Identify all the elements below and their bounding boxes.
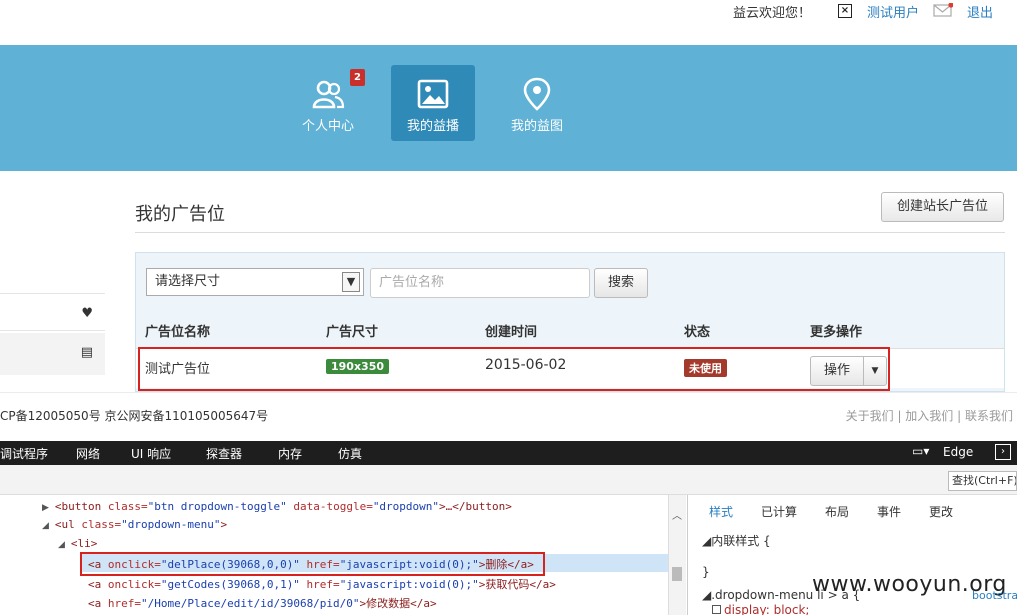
devtools-toolbar xyxy=(0,465,1017,495)
nav-item-map[interactable]: 我的益图 xyxy=(495,65,579,141)
devtools-tabbar: 调试程序 网络 UI 响应 探查器 内存 仿真 ▭▾ Edge › xyxy=(0,441,1017,465)
stylesheet-link[interactable]: bootstra xyxy=(972,589,1017,602)
style-property[interactable]: display: block; xyxy=(712,603,809,615)
dom-node-line[interactable]: ◢ <ul class="dropdown-menu"> xyxy=(42,518,227,531)
style-tab-layout[interactable]: 布局 xyxy=(825,503,849,520)
list-icon: ▤ xyxy=(80,345,93,360)
monitor-icon[interactable]: ▭▾ xyxy=(912,444,929,458)
search-button[interactable]: 搜索 xyxy=(594,268,648,298)
top-user-bar: 益云欢迎您！ × 测试用户 退出 xyxy=(0,0,1017,45)
nav-label: 我的益图 xyxy=(510,119,563,134)
style-property-text: display: block; xyxy=(724,603,810,615)
style-rule-inline: ◢内联样式 { xyxy=(702,534,771,548)
chevron-down-icon[interactable]: ▼ xyxy=(342,272,360,292)
highlight-box-node xyxy=(80,552,545,576)
image-icon xyxy=(417,79,449,109)
create-ad-slot-button[interactable]: 创建站长广告位 xyxy=(881,192,1004,222)
devtools-tab-memory[interactable]: 内存 xyxy=(278,445,302,462)
column-header-name: 广告位名称 xyxy=(145,325,211,340)
style-tab-changes[interactable]: 更改 xyxy=(929,503,953,520)
expand-toggle-icon[interactable]: ◢ xyxy=(58,540,65,550)
devtools-tab-network[interactable]: 网络 xyxy=(76,445,100,462)
dom-scrollbar[interactable]: ︿ xyxy=(668,495,686,615)
nav-label: 个人中心 xyxy=(301,119,354,134)
map-pin-icon xyxy=(523,77,551,111)
find-input[interactable]: 查找(Ctrl+F) xyxy=(948,471,1017,491)
heart-icon: ♥ xyxy=(81,306,93,321)
devtools-tab-emulation[interactable]: 仿真 xyxy=(338,445,362,462)
dom-node-line[interactable]: ▶ <button class="btn dropdown-toggle" dat… xyxy=(42,500,512,513)
dom-node-line[interactable]: <a href="/Home/Place/edit/id/39068/pid/0… xyxy=(88,595,437,611)
devtools-tab-profiler[interactable]: 探查器 xyxy=(206,445,242,462)
footer-link-contact[interactable]: 联系我们 xyxy=(965,409,1013,423)
ad-name-input[interactable]: 广告位名称 xyxy=(370,268,590,298)
chevron-up-icon[interactable]: ︿ xyxy=(672,507,682,522)
sidebar-item-favorites[interactable]: ♥ xyxy=(0,293,105,331)
divider xyxy=(135,232,1005,233)
footer-links: 关于我们 | 加入我们 | 联系我们 xyxy=(845,409,1013,423)
page-title: 我的广告位 xyxy=(135,204,225,225)
size-select[interactable]: 请选择尺寸 ▼ xyxy=(146,268,364,296)
scrollbar-thumb[interactable] xyxy=(672,567,682,581)
style-tab-events[interactable]: 事件 xyxy=(877,503,901,520)
logout-link[interactable]: 退出 xyxy=(967,2,993,21)
console-icon[interactable]: › xyxy=(995,444,1011,460)
column-header-status: 状态 xyxy=(684,325,711,340)
expand-toggle-icon[interactable]: ▶ xyxy=(42,503,49,513)
nav-item-broadcast[interactable]: 我的益播 xyxy=(391,65,475,141)
icp-text: CP备12005050号 京公网安备110105005647号 xyxy=(0,409,269,423)
devtools-tab-debugger[interactable]: 调试程序 xyxy=(0,445,48,462)
users-icon xyxy=(312,80,345,109)
browser-mode[interactable]: Edge xyxy=(943,445,973,459)
page-footer: CP备12005050号 京公网安备110105005647号 关于我们 | 加… xyxy=(0,392,1017,438)
mail-icon[interactable] xyxy=(933,3,953,17)
column-header-actions: 更多操作 xyxy=(810,325,863,340)
welcome-text: 益云欢迎您！ xyxy=(733,6,812,21)
style-tab-computed[interactable]: 已计算 xyxy=(761,503,797,520)
expand-toggle-icon[interactable]: ◢ xyxy=(42,521,49,531)
footer-link-join[interactable]: 加入我们 xyxy=(905,409,953,423)
devtools-tab-ui[interactable]: UI 响应 xyxy=(131,445,171,462)
footer-link-about[interactable]: 关于我们 xyxy=(846,409,894,423)
style-rule-close: } xyxy=(702,565,710,579)
dom-node-line[interactable]: <a onclick="getCodes(39068,0,1)" href="j… xyxy=(88,576,556,592)
sidebar-item-list[interactable]: ▤ xyxy=(0,333,105,375)
notification-badge: 2 xyxy=(350,69,365,86)
column-header-created: 创建时间 xyxy=(485,325,538,340)
dom-node-line[interactable]: ◢ <li> xyxy=(58,537,97,550)
column-header-size: 广告尺寸 xyxy=(326,325,379,340)
close-icon[interactable]: × xyxy=(838,4,852,18)
main-nav: 个人中心 2 我的益播 我的益图 xyxy=(0,45,1017,171)
styles-pane: 样式 已计算 布局 事件 更改 ◢内联样式 { } ◢.dropdown-men… xyxy=(687,495,1017,615)
highlight-box-row xyxy=(138,347,890,391)
user-link[interactable]: 测试用户 xyxy=(867,2,919,21)
nav-label: 我的益播 xyxy=(406,119,459,134)
size-select-value: 请选择尺寸 xyxy=(155,274,221,289)
style-tab-styles[interactable]: 样式 xyxy=(709,503,733,520)
nav-item-profile[interactable]: 个人中心 2 xyxy=(286,65,370,141)
